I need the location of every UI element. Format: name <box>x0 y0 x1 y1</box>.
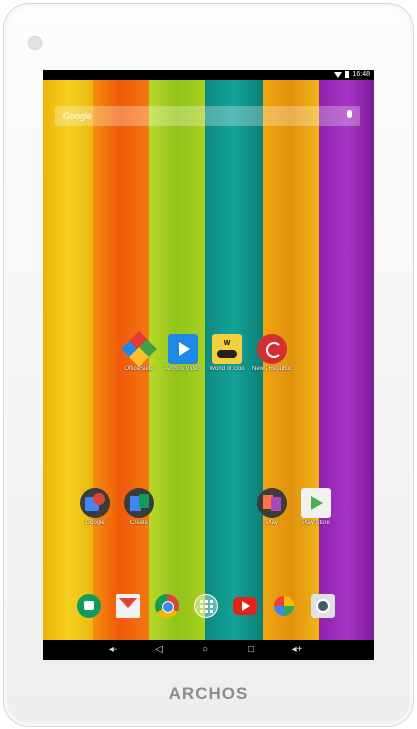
app-label: Google <box>85 520 105 526</box>
play-store-icon <box>301 488 331 518</box>
back-icon[interactable]: ◁ <box>152 644 166 656</box>
app-drawer-icon[interactable] <box>194 594 218 618</box>
app-world-of-goo[interactable]: W World of Goo <box>202 334 252 372</box>
app-create-folder[interactable]: Create <box>114 488 164 526</box>
status-time: 16:48 <box>352 71 370 78</box>
gmail-icon[interactable] <box>116 594 140 618</box>
wifi-icon <box>334 71 343 78</box>
app-google-folder[interactable]: Google <box>70 488 120 526</box>
app-officesuite[interactable]: OfficeSuite <box>114 331 164 372</box>
battery-icon <box>345 71 350 78</box>
camera-icon[interactable] <box>311 594 335 618</box>
app-label: World of Goo <box>209 366 245 372</box>
youtube-icon[interactable] <box>233 597 257 615</box>
app-label: News Republic <box>251 366 293 372</box>
officesuite-icon <box>121 331 157 367</box>
app-label: Play <box>266 520 278 526</box>
archos-video-icon <box>168 334 198 364</box>
wallpaper-plank-purple <box>319 80 374 640</box>
status-bar: 16:48 <box>43 70 374 80</box>
recents-icon[interactable]: □ <box>244 644 258 656</box>
volume-up-icon[interactable]: ◂+ <box>290 644 304 656</box>
create-folder-icon <box>124 488 154 518</box>
home-icon[interactable]: ○ <box>198 644 212 656</box>
hangouts-icon[interactable] <box>77 594 101 618</box>
app-news-republic[interactable]: News Republic <box>247 334 297 372</box>
navigation-bar: ◂- ◁ ○ □ ◂+ <box>43 640 374 660</box>
news-republic-icon <box>257 334 287 364</box>
play-folder-icon <box>257 488 287 518</box>
microphone-icon[interactable] <box>347 110 352 118</box>
chrome-icon[interactable] <box>155 594 179 618</box>
volume-down-icon[interactable]: ◂- <box>106 644 120 656</box>
wallpaper-plank-yellow <box>43 80 93 640</box>
google-folder-icon <box>80 488 110 518</box>
app-label: Create <box>129 520 148 526</box>
google-search-bar[interactable]: Google <box>55 106 360 126</box>
app-play-folder[interactable]: Play <box>247 488 297 526</box>
world-of-goo-icon: W <box>212 334 242 364</box>
photos-icon[interactable] <box>272 594 296 618</box>
app-label: Play Store <box>302 520 330 526</box>
screen: 16:48 Google OfficeSuite Archos Video W <box>43 70 374 660</box>
brand-logo: ARCHOS <box>168 684 249 703</box>
app-archos-video[interactable]: Archos Video <box>158 334 208 372</box>
app-label: Archos Video <box>165 366 201 372</box>
search-label: Google <box>63 111 93 121</box>
app-play-store[interactable]: Play Store <box>291 488 341 526</box>
front-camera <box>28 36 42 50</box>
